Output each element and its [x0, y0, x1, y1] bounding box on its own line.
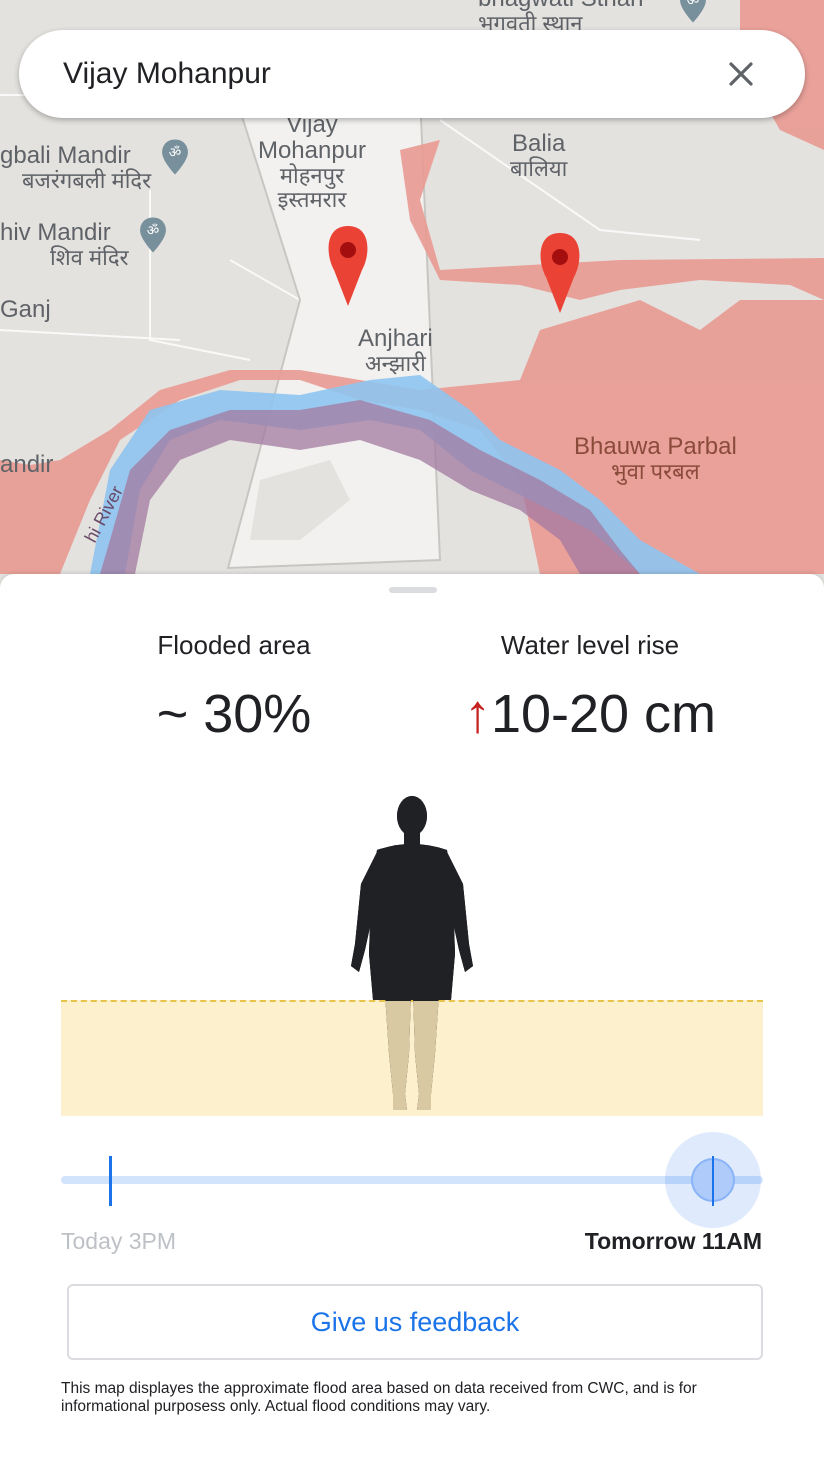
flood-info-sheet: Flooded area ~ 30% Water level rise ↑10-…	[0, 574, 824, 1458]
temple-pin-icon[interactable]: ॐ	[134, 216, 172, 254]
svg-text:ॐ: ॐ	[687, 0, 699, 9]
map-label-ganj: Ganj	[0, 296, 51, 323]
search-input[interactable]: Vijay Mohanpur	[63, 57, 721, 91]
give-feedback-button[interactable]: Give us feedback	[67, 1284, 763, 1360]
water-level-stat: Water level rise ↑10-20 cm	[440, 630, 740, 745]
map-label-andir: andir	[0, 451, 54, 478]
sheet-drag-handle[interactable]	[389, 587, 437, 593]
timeline-end-label: Tomorrow 11AM	[584, 1228, 762, 1254]
search-bar[interactable]: Vijay Mohanpur	[19, 30, 805, 118]
svg-text:ॐ: ॐ	[147, 223, 159, 239]
map-label-balia[interactable]: Balia बालिया	[510, 131, 567, 181]
water-level-label: Water level rise	[500, 630, 680, 660]
map-label-vijay-mohanpur[interactable]: Vijay Mohanpur मोहनपुर इस्तमरार	[252, 112, 372, 212]
timeline-start-label: Today 3PM	[61, 1228, 177, 1254]
map-pin-2	[540, 233, 580, 313]
flooded-area-value: ~ 30%	[156, 684, 312, 744]
disclaimer-text: This map displayes the approximate flood…	[61, 1380, 697, 1415]
temple-pin-icon[interactable]: ॐ	[674, 0, 712, 24]
slider-thumb-tick	[712, 1156, 714, 1206]
human-figure-icon	[351, 796, 473, 1110]
temple-pin-icon[interactable]: ॐ	[156, 138, 194, 176]
flooded-area-label: Flooded area	[157, 630, 311, 660]
timeline-slider[interactable]	[61, 1132, 763, 1228]
map-label-bajrangbali[interactable]: gbali Mandir बजरंगबली मंदिर	[0, 143, 151, 193]
water-level-value: ↑10-20 cm	[463, 684, 717, 744]
map-label-anjhari[interactable]: Anjhari अन्झारी	[358, 326, 433, 376]
arrow-up-icon: ↑	[463, 684, 491, 744]
map-label-bhauwa-parbal[interactable]: Bhauwa Parbal भुवा परबल	[574, 434, 737, 484]
close-button[interactable]	[721, 54, 761, 94]
close-icon[interactable]	[728, 61, 754, 87]
slider-start-tick	[109, 1156, 112, 1206]
water-depth-illustration	[61, 794, 763, 1116]
flooded-area-stat: Flooded area ~ 30%	[114, 630, 354, 745]
svg-text:ॐ: ॐ	[169, 145, 181, 161]
slider-track[interactable]	[61, 1176, 763, 1184]
map-label-shiv-mandir[interactable]: hiv Mandir शिव मंदिर	[0, 220, 129, 270]
